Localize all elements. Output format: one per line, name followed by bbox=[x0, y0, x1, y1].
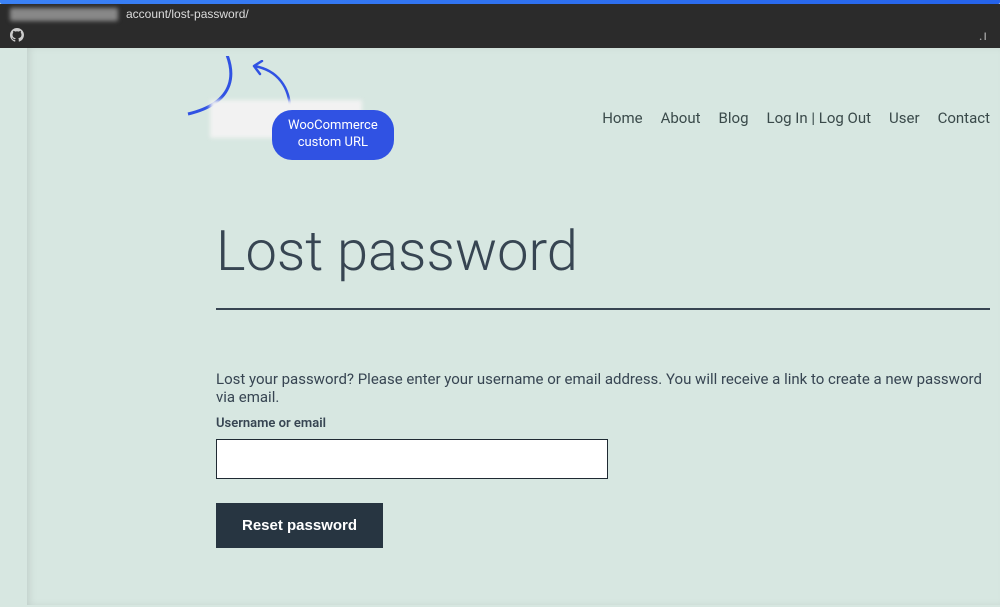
callout-text-line2: custom URL bbox=[288, 135, 378, 152]
site-header: Home About Blog Log In | Log Out User Co… bbox=[0, 48, 1000, 138]
browser-bookmark-bar: .ı bbox=[0, 24, 1000, 48]
nav-contact[interactable]: Contact bbox=[938, 109, 990, 127]
browser-address-bar[interactable]: account/lost-password/ bbox=[0, 4, 1000, 24]
primary-nav: Home About Blog Log In | Log Out User Co… bbox=[602, 100, 990, 127]
title-divider bbox=[216, 308, 990, 310]
username-email-label: Username or email bbox=[216, 416, 990, 431]
url-visible-text: account/lost-password/ bbox=[126, 7, 249, 21]
callout-text-line1: WooCommerce bbox=[288, 118, 378, 135]
page-content: Lost password Lost your password? Please… bbox=[0, 138, 1000, 548]
url-blurred-prefix bbox=[10, 8, 118, 21]
annotation-callout: WooCommerce custom URL bbox=[272, 110, 394, 160]
nav-blog[interactable]: Blog bbox=[719, 109, 749, 127]
page-viewport: WooCommerce custom URL Home About Blog L… bbox=[0, 48, 1000, 605]
instructions-text: Lost your password? Please enter your us… bbox=[216, 370, 990, 406]
github-icon[interactable] bbox=[10, 27, 24, 46]
nav-login-logout[interactable]: Log In | Log Out bbox=[767, 109, 872, 127]
nav-home[interactable]: Home bbox=[602, 109, 642, 127]
nav-user[interactable]: User bbox=[889, 109, 920, 127]
page-title: Lost password bbox=[216, 218, 990, 284]
reset-password-button[interactable]: Reset password bbox=[216, 503, 383, 548]
username-email-input[interactable] bbox=[216, 439, 608, 479]
nav-about[interactable]: About bbox=[661, 109, 701, 127]
toolbar-overflow-icon[interactable]: .ı bbox=[979, 28, 990, 44]
